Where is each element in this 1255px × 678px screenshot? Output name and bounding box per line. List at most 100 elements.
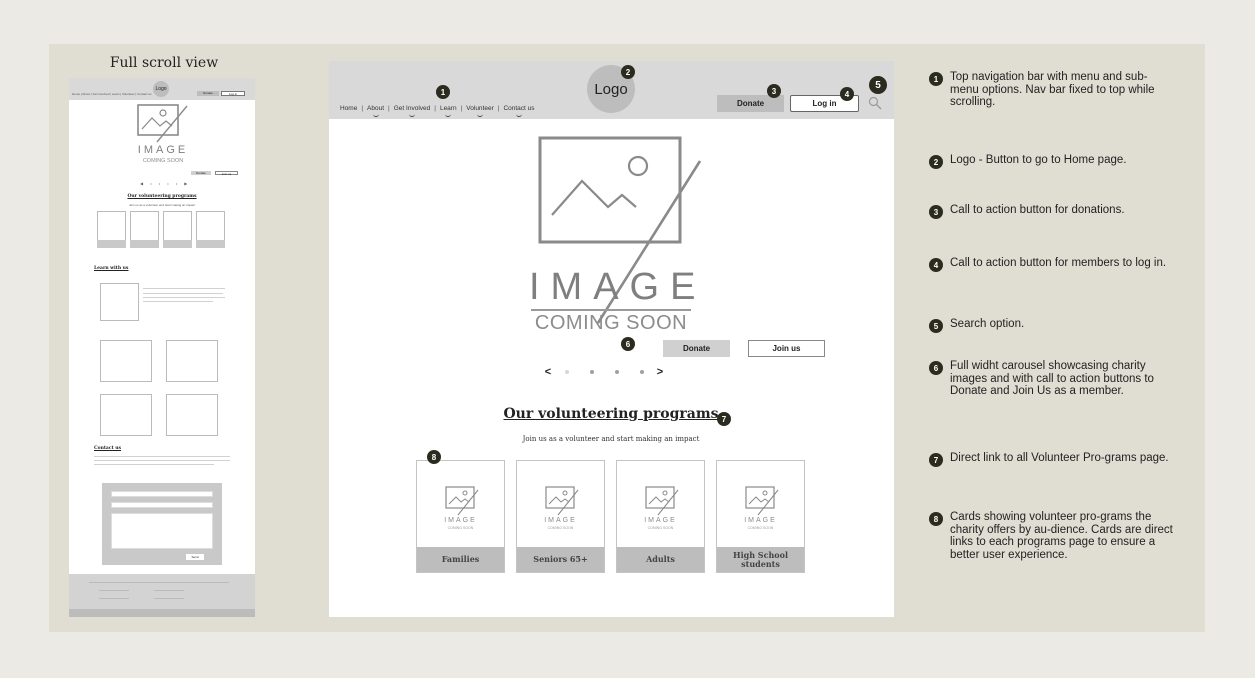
carousel-next-arrow-icon[interactable]: > — [654, 366, 666, 378]
note-3: 3 Call to action button for donations. — [929, 204, 1175, 219]
mini-hero-join: Join us — [215, 171, 238, 176]
full-scroll-view-thumbnail: Logo Home | About | Get Involved | Learn… — [69, 78, 255, 617]
note-badge: 6 — [929, 361, 943, 375]
hero-image-sub: COMING SOON — [534, 312, 688, 334]
nav-link-home[interactable]: Home — [340, 105, 357, 112]
card-image-sub: COMING SOON — [447, 526, 474, 530]
badge-8: 8 — [427, 450, 441, 464]
note-text: Full widht carousel showcasing charity i… — [950, 360, 1154, 397]
note-text: Top navigation bar with menu and sub-men… — [950, 71, 1155, 108]
note-6: 6 Full widht carousel showcasing charity… — [929, 360, 1175, 398]
program-card-seniors[interactable]: IMAGE COMING SOON Seniors 65+ — [516, 460, 605, 573]
nav-link-about[interactable]: About — [367, 105, 384, 117]
card-image-word: IMAGE — [544, 517, 577, 524]
mini-learn-box — [100, 394, 152, 436]
carousel-dot[interactable] — [589, 370, 594, 374]
mini-hero-donate: Donate — [191, 171, 211, 175]
carousel-dot[interactable] — [639, 370, 644, 374]
hero-image-word: IMAGE — [529, 266, 707, 308]
mini-learn-box — [166, 340, 218, 382]
mini-card-label-bar — [196, 240, 225, 248]
card-image-sub: COMING SOON — [747, 526, 774, 530]
mini-contact-title: Contact us — [94, 446, 122, 451]
mini-carousel-dots: ◀ • • • • ▶ — [140, 181, 191, 186]
mini-nav-links: Home | About | Get Involved | Learn | Vo… — [72, 92, 152, 96]
mini-footer-bottom — [69, 609, 255, 617]
nav-separator: | — [388, 105, 390, 112]
mini-text-line — [94, 464, 214, 465]
card-image-word: IMAGE — [744, 517, 777, 524]
carousel-join-button[interactable]: Join us — [748, 340, 825, 357]
mini-learn-box — [100, 340, 152, 382]
search-icon[interactable] — [868, 96, 882, 110]
mini-form-field — [111, 491, 213, 497]
programs-title-link[interactable]: Our volunteering programs — [469, 406, 753, 422]
mini-text-line — [143, 297, 225, 298]
note-text: Direct link to all Volunteer Pro-grams p… — [950, 452, 1169, 464]
mini-learn-box — [166, 394, 218, 436]
card-label: High School students — [717, 547, 804, 572]
note-text: Call to action button for donations. — [950, 204, 1125, 216]
carousel-dot[interactable] — [614, 370, 619, 374]
mini-card-label-bar — [97, 240, 126, 248]
note-badge: 5 — [929, 319, 943, 333]
mini-footer-line — [154, 598, 184, 599]
mini-text-line — [94, 456, 230, 457]
carousel-prev-arrow-icon[interactable]: < — [542, 366, 554, 378]
note-5: 5 Search option. — [929, 318, 1175, 333]
note-badge: 7 — [929, 453, 943, 467]
carousel-donate-button[interactable]: Donate — [663, 340, 730, 357]
program-card-high-school[interactable]: IMAGE COMING SOON High School students — [716, 460, 805, 573]
mini-card-label-bar — [130, 240, 159, 248]
mini-programs-title: Our volunteering programs — [127, 194, 197, 199]
mini-hero-image-icon — [137, 104, 188, 143]
nav-separator: | — [434, 105, 436, 112]
mini-image-word: IMAGE — [137, 144, 189, 156]
mini-footer-line — [99, 598, 129, 599]
mini-donate-button: Donate — [197, 91, 219, 96]
mini-logo: Logo — [153, 81, 169, 97]
mini-form-field — [111, 513, 213, 549]
nav-link-contact-us[interactable]: Contact us — [503, 105, 535, 117]
note-badge: 1 — [929, 72, 943, 86]
badge-4: 4 — [840, 87, 854, 101]
program-card-families[interactable]: IMAGE COMING SOON Families — [416, 460, 505, 573]
badge-3: 3 — [767, 84, 781, 98]
program-card-adults[interactable]: IMAGE COMING SOON Adults — [616, 460, 705, 573]
mini-text-line — [94, 460, 230, 461]
nav-link-get-involved[interactable]: Get Involved — [394, 105, 430, 117]
card-image-sub: COMING SOON — [547, 526, 574, 530]
homepage-wireframe: Home | About | Get Involved | Learn | Vo… — [329, 61, 894, 617]
note-7: 7 Direct link to all Volunteer Pro-grams… — [929, 452, 1175, 467]
nav-separator: | — [460, 105, 463, 112]
mini-footer-line — [89, 582, 229, 583]
badge-5: 5 — [869, 76, 887, 94]
note-8: 8 Cards showing volunteer pro-grams the … — [929, 511, 1175, 561]
mini-image-sub: COMING SOON — [142, 158, 184, 164]
carousel-dot[interactable] — [564, 370, 569, 374]
mini-programs-sub: Join us as a volunteer and start making … — [128, 203, 196, 207]
card-image-sub: COMING SOON — [647, 526, 674, 530]
mini-text-line — [143, 293, 223, 294]
note-4: 4 Call to action button for members to l… — [929, 257, 1175, 272]
nav-link-learn[interactable]: Learn — [440, 105, 457, 117]
note-text: Call to action button for members to log… — [950, 257, 1167, 269]
badge-6: 6 — [621, 337, 635, 351]
nav-link-volunteer[interactable]: Volunteer — [466, 105, 494, 117]
note-badge: 8 — [929, 512, 943, 526]
mini-send-button: Send — [186, 554, 204, 560]
mini-card-label-bar — [163, 240, 192, 248]
badge-2: 2 — [621, 65, 635, 79]
note-2: 2 Logo - Button to go to Home page. — [929, 154, 1175, 169]
badge-1: 1 — [436, 85, 450, 99]
mini-text-line — [143, 288, 225, 289]
card-label: Families — [417, 547, 504, 572]
hero-image-rule — [531, 309, 691, 311]
full-scroll-view-title: Full scroll view — [109, 55, 219, 71]
nav-separator: | — [361, 105, 364, 112]
note-badge: 4 — [929, 258, 943, 272]
carousel-controls: < > — [542, 366, 666, 378]
nav-separator: | — [497, 105, 500, 112]
card-image-word: IMAGE — [644, 517, 677, 524]
note-text: Search option. — [950, 318, 1025, 330]
